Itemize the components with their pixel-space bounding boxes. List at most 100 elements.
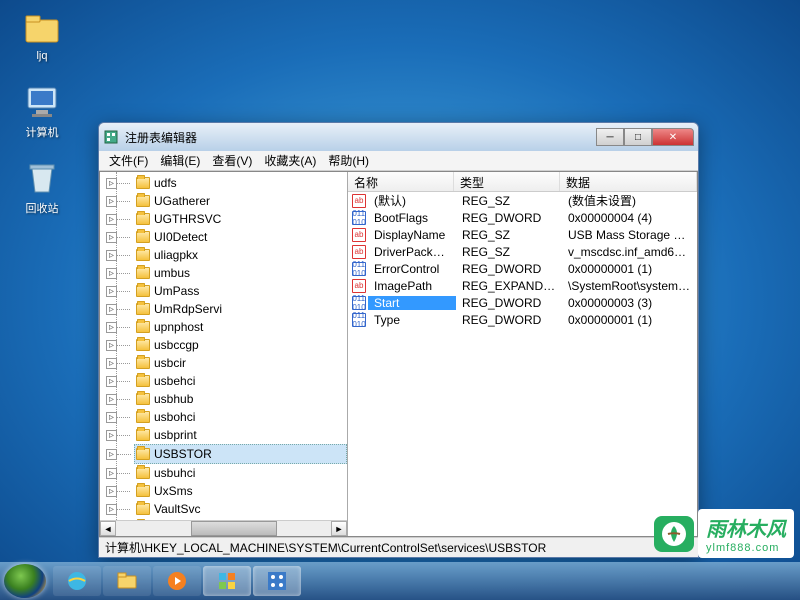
- tree-item[interactable]: ▹UmPass: [134, 282, 347, 300]
- value-row[interactable]: 011 010BootFlagsREG_DWORD0x00000004 (4): [348, 209, 697, 226]
- desktop-icon-computer[interactable]: 计算机: [12, 82, 72, 140]
- tree-item[interactable]: ▹usbcir: [134, 354, 347, 372]
- tree-item[interactable]: ▹usbprint: [134, 426, 347, 444]
- tree-item[interactable]: ▹USBSTOR: [134, 444, 347, 464]
- folder-icon: [136, 357, 150, 369]
- desktop-icon-user-folder[interactable]: ljq: [12, 8, 72, 62]
- taskbar-app-1[interactable]: [203, 566, 251, 596]
- value-row[interactable]: abDriverPackageIdREG_SZv_mscdsc.inf_amd6…: [348, 243, 697, 260]
- tree-item[interactable]: ▹usbohci: [134, 408, 347, 426]
- tree-expander-icon[interactable]: ▹: [106, 178, 117, 189]
- value-row[interactable]: 011 010TypeREG_DWORD0x00000001 (1): [348, 311, 697, 328]
- taskbar[interactable]: [0, 562, 800, 600]
- watermark-url: ylmf888.com: [706, 542, 786, 554]
- taskbar-explorer[interactable]: [103, 566, 151, 596]
- menu-view[interactable]: 查看(V): [206, 150, 258, 171]
- folder-icon: [136, 303, 150, 315]
- menu-edit[interactable]: 编辑(E): [154, 150, 206, 171]
- tree-expander-icon[interactable]: ▹: [106, 486, 117, 497]
- start-button[interactable]: [4, 564, 46, 598]
- tree-expander-icon[interactable]: ▹: [106, 322, 117, 333]
- desktop-icon-recycle-bin[interactable]: 回收站: [12, 158, 72, 216]
- tree-item[interactable]: ▹UGatherer: [134, 192, 347, 210]
- tree-item[interactable]: ▹usbuhci: [134, 464, 347, 482]
- taskbar-wmp[interactable]: [153, 566, 201, 596]
- tree-item[interactable]: ▹upnphost: [134, 318, 347, 336]
- value-row[interactable]: 011 010ErrorControlREG_DWORD0x00000001 (…: [348, 260, 697, 277]
- scroll-track[interactable]: [116, 521, 331, 536]
- tree-expander-icon[interactable]: ▹: [106, 412, 117, 423]
- tree-expander-icon[interactable]: ▹: [106, 376, 117, 387]
- titlebar[interactable]: 注册表编辑器 ─ □ ✕: [99, 123, 698, 151]
- close-button[interactable]: ✕: [652, 128, 694, 146]
- window-controls: ─ □ ✕: [596, 128, 694, 146]
- statusbar: 计算机\HKEY_LOCAL_MACHINE\SYSTEM\CurrentCon…: [99, 537, 698, 557]
- tree-item[interactable]: ▹usbhub: [134, 390, 347, 408]
- tree-item[interactable]: ▹VaultSvc: [134, 500, 347, 518]
- tree-expander-icon[interactable]: ▹: [106, 214, 117, 225]
- values-list[interactable]: ab(默认)REG_SZ(数值未设置)011 010BootFlagsREG_D…: [348, 192, 697, 536]
- scroll-right-arrow[interactable]: ►: [331, 521, 347, 536]
- tree-expander-icon[interactable]: ▹: [106, 468, 117, 479]
- menu-help[interactable]: 帮助(H): [322, 150, 375, 171]
- watermark-text: 雨林木风 ylmf888.com: [698, 509, 794, 558]
- column-data[interactable]: 数据: [560, 172, 697, 191]
- scroll-thumb[interactable]: [191, 521, 277, 536]
- tree-item[interactable]: ▹uliagpkx: [134, 246, 347, 264]
- value-row[interactable]: ab(默认)REG_SZ(数值未设置): [348, 192, 697, 209]
- tree-expander-icon[interactable]: ▹: [106, 449, 117, 460]
- minimize-button[interactable]: ─: [596, 128, 624, 146]
- folder-icon: [136, 285, 150, 297]
- tree-item[interactable]: ▹UGTHRSVC: [134, 210, 347, 228]
- value-name: (默认): [368, 192, 456, 209]
- tree-expander-icon[interactable]: ▹: [106, 504, 117, 515]
- tree-item-label: usbccgp: [154, 336, 199, 354]
- tree-item[interactable]: ▹udfs: [134, 174, 347, 192]
- tree-item-label: uliagpkx: [154, 246, 198, 264]
- tree-item-label: UGTHRSVC: [154, 210, 221, 228]
- value-row[interactable]: abDisplayNameREG_SZUSB Mass Storage Driv…: [348, 226, 697, 243]
- column-name[interactable]: 名称: [348, 172, 454, 191]
- tree-item[interactable]: ▹UxSms: [134, 482, 347, 500]
- value-row[interactable]: 011 010StartREG_DWORD0x00000003 (3): [348, 294, 697, 311]
- registry-tree: ▹udfs▹UGatherer▹UGTHRSVC▹UI0Detect▹uliag…: [100, 172, 347, 536]
- value-type: REG_DWORD: [456, 211, 562, 225]
- tree-item-label: UGatherer: [154, 192, 210, 210]
- tree-expander-icon[interactable]: ▹: [106, 232, 117, 243]
- folder-icon: [136, 177, 150, 189]
- taskbar-regedit[interactable]: [253, 566, 301, 596]
- string-value-icon: ab: [352, 245, 366, 259]
- tree-item[interactable]: ▹usbehci: [134, 372, 347, 390]
- watermark-badge-icon: [654, 516, 694, 552]
- maximize-button[interactable]: □: [624, 128, 652, 146]
- tree-item[interactable]: ▹UmRdpServi: [134, 300, 347, 318]
- value-row[interactable]: abImagePathREG_EXPAND_SZ\SystemRoot\syst…: [348, 277, 697, 294]
- tree-panel[interactable]: ▹udfs▹UGatherer▹UGTHRSVC▹UI0Detect▹uliag…: [100, 172, 348, 536]
- computer-icon: [22, 82, 62, 122]
- taskbar-ie[interactable]: [53, 566, 101, 596]
- tree-item[interactable]: ▹umbus: [134, 264, 347, 282]
- tree-item[interactable]: ▹UI0Detect: [134, 228, 347, 246]
- tree-expander-icon[interactable]: ▹: [106, 304, 117, 315]
- tree-expander-icon[interactable]: ▹: [106, 286, 117, 297]
- value-name: DisplayName: [368, 228, 456, 242]
- folder-icon: [136, 448, 150, 460]
- folder-icon: [136, 195, 150, 207]
- scroll-left-arrow[interactable]: ◄: [100, 521, 116, 536]
- tree-item-label: udfs: [154, 174, 177, 192]
- menu-file[interactable]: 文件(F): [103, 150, 154, 171]
- tree-item-label: usbehci: [154, 372, 195, 390]
- column-type[interactable]: 类型: [454, 172, 560, 191]
- horizontal-scrollbar[interactable]: ◄ ►: [100, 520, 347, 536]
- tree-expander-icon[interactable]: ▹: [106, 430, 117, 441]
- tree-item-label: upnphost: [154, 318, 203, 336]
- tree-expander-icon[interactable]: ▹: [106, 358, 117, 369]
- value-type: REG_SZ: [456, 245, 562, 259]
- menu-favorites[interactable]: 收藏夹(A): [258, 150, 322, 171]
- tree-expander-icon[interactable]: ▹: [106, 268, 117, 279]
- tree-item[interactable]: ▹usbccgp: [134, 336, 347, 354]
- tree-expander-icon[interactable]: ▹: [106, 394, 117, 405]
- tree-expander-icon[interactable]: ▹: [106, 250, 117, 261]
- tree-expander-icon[interactable]: ▹: [106, 196, 117, 207]
- tree-expander-icon[interactable]: ▹: [106, 340, 117, 351]
